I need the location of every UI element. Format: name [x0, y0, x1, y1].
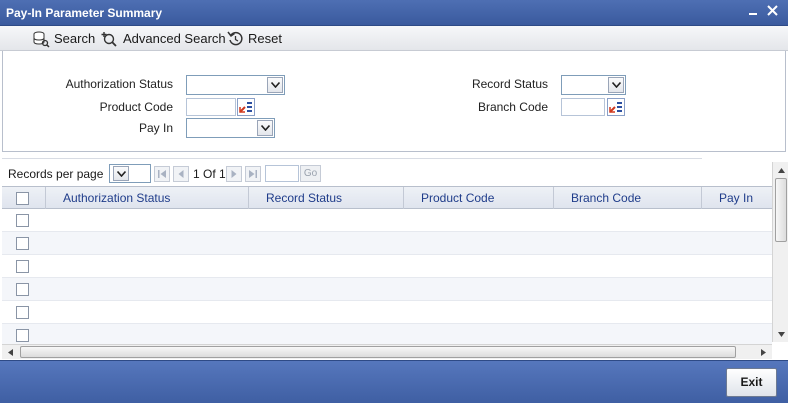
scroll-right-icon[interactable] — [756, 345, 770, 359]
grid-header: Authorization Status Record Status Produ… — [2, 186, 772, 209]
search-criteria-panel: Authorization Status Product Code Pay In… — [2, 51, 786, 152]
first-page-icon[interactable] — [154, 166, 170, 182]
last-page-icon[interactable] — [245, 166, 261, 182]
table-row[interactable] — [2, 209, 772, 232]
chevron-down-icon — [267, 77, 283, 93]
product-code-label: Product Code — [99, 100, 173, 114]
reset-button[interactable]: Reset — [227, 28, 282, 49]
go-button[interactable]: Go — [300, 165, 321, 182]
close-icon[interactable] — [763, 3, 781, 21]
previous-page-icon[interactable] — [173, 166, 189, 182]
scroll-up-icon[interactable] — [774, 163, 788, 177]
pagination-bar: Records per page 15 1 Of 1 Go — [2, 162, 772, 186]
table-row[interactable] — [2, 278, 772, 301]
next-page-icon[interactable] — [226, 166, 242, 182]
page-info: 1 Of 1 — [193, 167, 226, 181]
column-header-pay-in[interactable]: Pay In — [701, 187, 772, 209]
advanced-search-icon — [101, 31, 117, 47]
branch-code-lov-icon[interactable] — [607, 98, 625, 116]
branch-code-label: Branch Code — [477, 100, 548, 114]
row-checkbox[interactable] — [16, 306, 29, 319]
table-row[interactable] — [2, 301, 772, 324]
divider — [2, 158, 702, 159]
column-header-record-status[interactable]: Record Status — [248, 187, 403, 209]
search-label: Search — [54, 31, 96, 46]
column-header-product-code[interactable]: Product Code — [403, 187, 553, 209]
scroll-down-icon[interactable] — [774, 327, 788, 341]
results-grid: Authorization Status Record Status Produ… — [2, 186, 772, 344]
record-status-label: Record Status — [471, 77, 548, 91]
authorization-status-label: Authorization Status — [65, 77, 173, 91]
authorization-status-select[interactable] — [186, 75, 285, 95]
search-button[interactable]: Search — [32, 28, 95, 49]
pay-in-select[interactable] — [186, 118, 275, 138]
row-checkbox[interactable] — [16, 329, 29, 342]
scroll-left-icon[interactable] — [3, 345, 17, 359]
database-search-icon — [33, 31, 50, 48]
row-checkbox[interactable] — [16, 260, 29, 273]
advanced-search-button[interactable]: Advanced Search — [101, 28, 226, 49]
reset-icon — [227, 31, 243, 46]
toolbar: Search Advanced Search Reset — [0, 26, 788, 51]
select-all-checkbox[interactable] — [16, 192, 29, 205]
row-checkbox[interactable] — [16, 214, 29, 227]
horizontal-scrollbar[interactable] — [2, 344, 772, 359]
table-row[interactable] — [2, 255, 772, 278]
table-row[interactable] — [2, 232, 772, 255]
vertical-scrollbar[interactable] — [772, 162, 788, 342]
window-title: Pay-In Parameter Summary — [6, 6, 163, 20]
column-header-authorization-status[interactable]: Authorization Status — [45, 187, 248, 209]
exit-button[interactable]: Exit — [726, 368, 777, 397]
table-row[interactable] — [2, 324, 772, 344]
horizontal-scroll-thumb[interactable] — [20, 346, 736, 358]
goto-page-input[interactable] — [265, 165, 299, 182]
records-per-page-label: Records per page — [8, 167, 104, 181]
row-checkbox[interactable] — [16, 283, 29, 296]
branch-code-input[interactable] — [561, 98, 605, 116]
chevron-down-icon — [113, 166, 129, 181]
row-checkbox[interactable] — [16, 237, 29, 250]
minimize-icon[interactable] — [744, 3, 762, 21]
chevron-down-icon — [608, 77, 624, 93]
vertical-scroll-thumb[interactable] — [775, 178, 787, 242]
column-header-branch-code[interactable]: Branch Code — [553, 187, 701, 209]
product-code-input[interactable] — [186, 98, 236, 116]
records-per-page-select[interactable]: 15 — [109, 164, 151, 183]
record-status-select[interactable] — [561, 75, 626, 95]
footer-bar: Exit — [0, 360, 788, 403]
reset-label: Reset — [248, 31, 282, 46]
pay-in-label: Pay In — [138, 121, 173, 135]
advanced-search-label: Advanced Search — [123, 31, 226, 46]
title-bar: Pay-In Parameter Summary — [0, 0, 788, 26]
product-code-lov-icon[interactable] — [237, 98, 255, 116]
chevron-down-icon — [257, 120, 273, 136]
